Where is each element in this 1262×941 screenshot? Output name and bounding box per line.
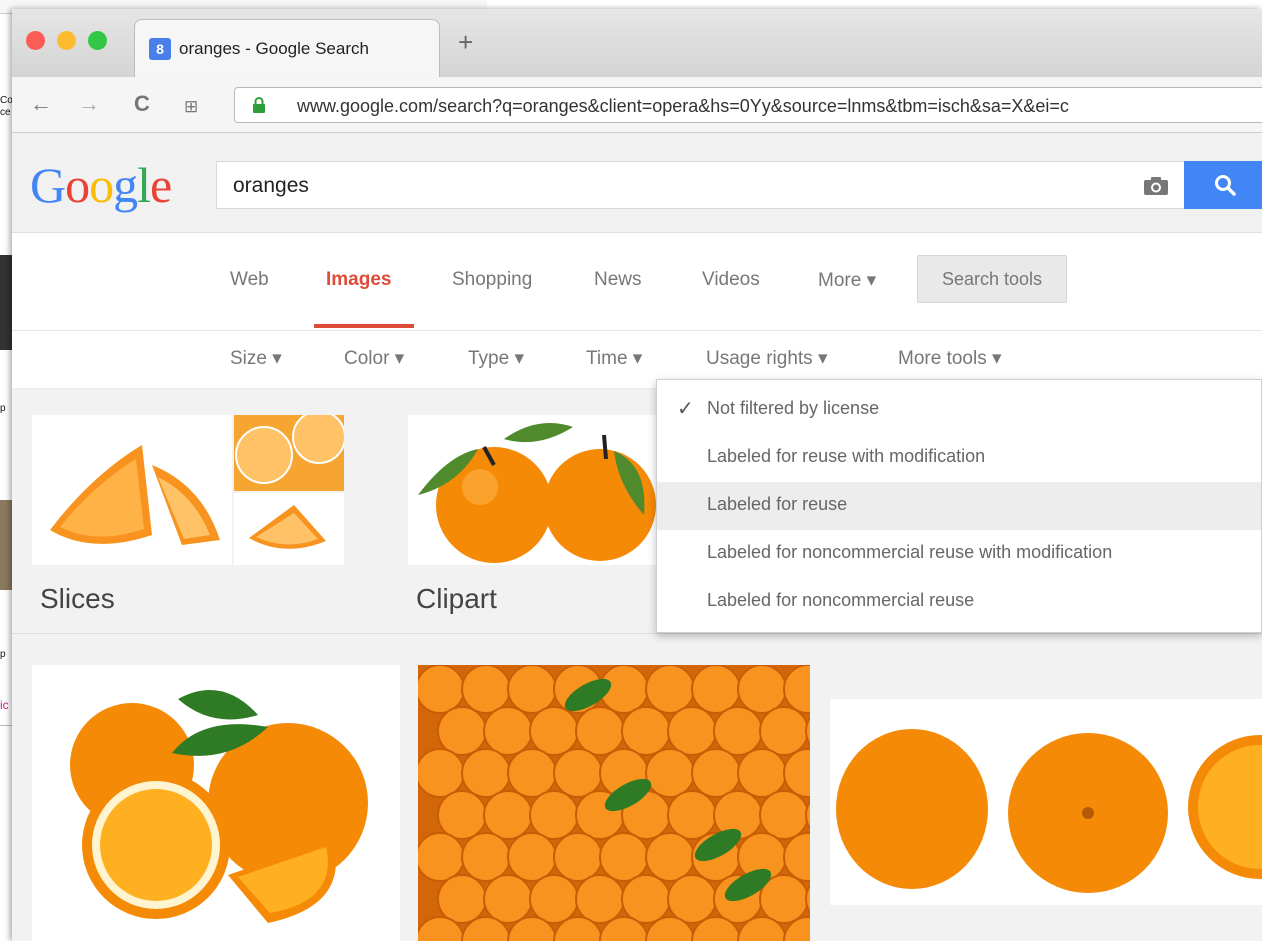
tab-images[interactable]: Images xyxy=(326,269,391,291)
browser-window: 8 oranges - Google Search + ← → C ⊞ www.… xyxy=(12,9,1262,941)
speed-dial-icon[interactable]: ⊞ xyxy=(184,94,198,120)
search-input[interactable]: oranges xyxy=(216,161,1186,209)
menu-item-label: Not filtered by license xyxy=(707,398,880,418)
url-text: www.google.com/search?q=oranges&client=o… xyxy=(297,96,1069,116)
more-tools-filter[interactable]: More tools ▾ xyxy=(898,347,1002,370)
new-tab-button[interactable]: + xyxy=(458,29,473,55)
close-window-button[interactable] xyxy=(26,31,45,50)
tab-title: oranges - Google Search xyxy=(179,39,369,58)
category-label: Slices xyxy=(40,583,115,614)
divider xyxy=(12,633,1262,634)
usage-rights-filter[interactable]: Usage rights ▾ xyxy=(706,347,827,370)
background-text-fragment: Co xyxy=(0,95,13,106)
google-logo[interactable]: Google xyxy=(30,157,172,213)
usage-rights-menu: ✓ Not filtered by license Labeled for re… xyxy=(656,379,1262,633)
menu-item-noncommercial[interactable]: Labeled for noncommercial reuse xyxy=(657,578,1261,626)
color-filter[interactable]: Color ▾ xyxy=(344,347,404,370)
reload-icon[interactable]: C xyxy=(134,91,150,117)
category-thumbnail xyxy=(408,415,658,565)
search-tools-button[interactable]: Search tools xyxy=(917,255,1067,303)
logo-letter: l xyxy=(137,157,151,213)
browser-tab-active[interactable]: 8 oranges - Google Search xyxy=(134,19,440,77)
menu-item-label: Labeled for noncommercial reuse with mod… xyxy=(707,542,1113,562)
menu-item-not-filtered[interactable]: ✓ Not filtered by license xyxy=(657,386,1261,434)
category-thumbnail xyxy=(32,415,232,565)
logo-letter: G xyxy=(30,157,66,213)
logo-letter: o xyxy=(89,157,114,213)
screen: Co ce p p ic 8 oranges - Google Search +… xyxy=(0,0,1262,941)
menu-item-noncommercial-with-modification[interactable]: Labeled for noncommercial reuse with mod… xyxy=(657,530,1261,578)
menu-item-reuse[interactable]: Labeled for reuse xyxy=(657,482,1261,530)
search-type-tabs: Web Images Shopping News Videos More ▾ S… xyxy=(12,233,1262,331)
zoom-window-button[interactable] xyxy=(88,31,107,50)
type-filter[interactable]: Type ▾ xyxy=(468,347,524,370)
menu-item-reuse-with-modification[interactable]: Labeled for reuse with modification xyxy=(657,434,1261,482)
logo-letter: e xyxy=(150,157,172,213)
google-favicon-icon: 8 xyxy=(149,38,171,60)
size-filter[interactable]: Size ▾ xyxy=(230,347,282,370)
tab-news[interactable]: News xyxy=(594,269,642,291)
background-text-fragment: p xyxy=(0,649,6,660)
minimize-window-button[interactable] xyxy=(57,31,76,50)
background-text-fragment: p xyxy=(0,403,6,414)
background-text-fragment: ce xyxy=(0,107,11,118)
category-card-clipart[interactable]: Clipart xyxy=(408,415,658,614)
camera-icon[interactable] xyxy=(1143,176,1169,196)
logo-letter: o xyxy=(65,157,90,213)
check-icon: ✓ xyxy=(677,398,694,420)
address-bar[interactable]: www.google.com/search?q=oranges&client=o… xyxy=(234,87,1262,123)
time-filter[interactable]: Time ▾ xyxy=(586,347,642,370)
image-result[interactable] xyxy=(418,665,810,941)
lock-icon xyxy=(253,97,265,113)
menu-item-label: Labeled for reuse with modification xyxy=(707,446,986,466)
category-thumbnail xyxy=(234,410,346,491)
menu-item-label: Labeled for reuse xyxy=(707,494,848,514)
forward-arrow-icon[interactable]: → xyxy=(78,91,100,117)
menu-item-label: Labeled for noncommercial reuse xyxy=(707,590,975,610)
background-thumbnail xyxy=(0,500,12,590)
search-button[interactable] xyxy=(1184,161,1262,209)
active-tab-indicator xyxy=(314,324,414,328)
category-thumbnail xyxy=(234,493,344,565)
image-result[interactable] xyxy=(32,665,400,941)
back-arrow-icon[interactable]: ← xyxy=(30,91,52,117)
tab-more[interactable]: More ▾ xyxy=(818,269,876,292)
google-header: Google oranges xyxy=(12,133,1262,233)
image-result[interactable] xyxy=(830,699,1262,905)
background-text-fragment: ic xyxy=(0,698,9,712)
search-icon xyxy=(1215,175,1236,196)
tab-videos[interactable]: Videos xyxy=(702,269,760,291)
category-card-slices[interactable]: Slices xyxy=(32,410,352,614)
tab-bar: 8 oranges - Google Search + xyxy=(12,9,1262,77)
search-query: oranges xyxy=(233,174,309,197)
tab-web[interactable]: Web xyxy=(230,269,269,291)
browser-toolbar: ← → C ⊞ www.google.com/search?q=oranges&… xyxy=(12,77,1262,133)
logo-letter: g xyxy=(113,157,138,213)
background-thumbnail xyxy=(0,255,12,350)
tab-shopping[interactable]: Shopping xyxy=(452,269,532,291)
category-label: Clipart xyxy=(416,583,497,614)
